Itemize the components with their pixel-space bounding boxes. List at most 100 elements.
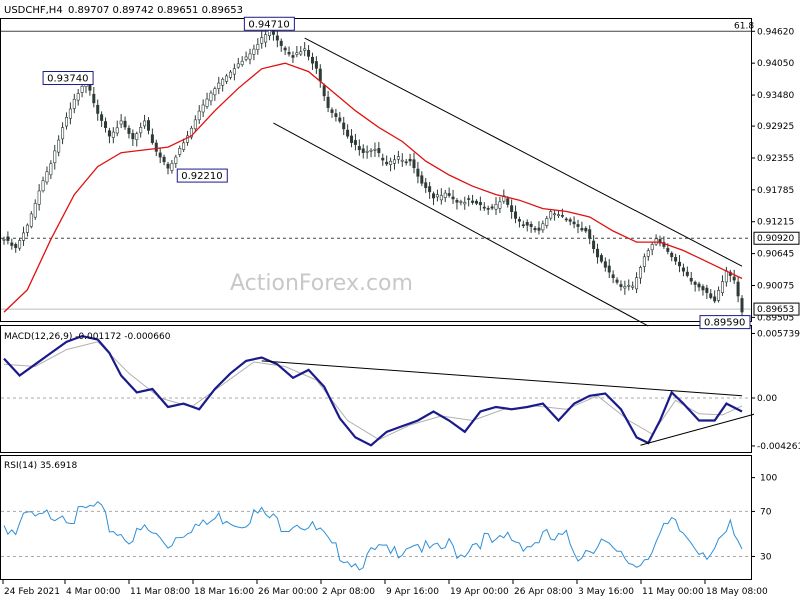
macd-signal-line [3,341,743,441]
price-tick-label: 0.92355 [757,154,794,164]
candle-body [506,198,510,205]
price-annotation-label: 0.92210 [181,171,222,182]
candle-body [435,194,439,198]
candle-body [2,238,6,241]
candle-body [615,279,619,283]
candle-body [416,168,420,177]
candle-body [724,270,728,283]
fib-level-label: 61.8 [734,21,754,31]
candle-body [439,195,443,201]
chart-ohlc: 0.89707 0.89742 0.89651 0.89653 [68,5,243,16]
candle-body [369,149,373,152]
x-tick-label: 26 Mar 00:00 [258,587,318,597]
candle-body [556,214,560,217]
macd-main-line [3,334,743,447]
x-tick-label: 19 Apr 00:00 [450,587,509,597]
candle-body [455,200,459,203]
candle-body [299,51,303,55]
candle-body [310,56,314,64]
candle-body [357,146,361,150]
price-tick-label: 0.92925 [757,122,794,132]
rsi-header: RSI(14) 35.6918 [4,461,77,471]
candle-body [428,186,432,193]
resistance-level-label: 0.90920 [757,234,794,244]
current-price-label: 0.89653 [757,305,794,315]
candle-body [287,51,291,55]
candle-body [193,119,197,130]
candle-body [166,163,170,169]
candle-body [525,222,529,226]
candle-body [740,298,744,313]
candle-body [256,44,260,50]
candle-body [451,196,455,200]
price-annotation-label: 0.93740 [47,74,88,85]
price-tick-label: 0.90075 [757,281,794,291]
candle-body [25,224,29,233]
candle-body [720,281,724,293]
candle-body [225,75,229,82]
candle-body [146,120,150,131]
candle-body [689,277,693,282]
candle-body [471,200,475,203]
candle-body [572,221,576,225]
candle-body [139,127,143,134]
candle-body [326,96,330,108]
price-tick-label: 0.93480 [757,91,794,101]
candle-body [72,98,76,109]
candle-body [498,201,502,209]
rsi-tick-label: 70 [760,507,772,517]
candle-body [482,206,486,209]
candle-body [92,93,96,104]
price-annotation-label: 0.94710 [248,19,289,30]
candle-body [61,127,65,140]
candle-body [346,129,350,137]
candle-body [478,202,482,206]
candle-body [623,286,627,289]
candle-body [307,49,311,57]
candle-body [603,261,607,268]
candle-body [37,190,41,205]
candle-body [68,108,72,119]
x-tick-label: 9 Apr 16:00 [386,587,439,597]
candle-body [494,204,498,210]
candle-body [201,104,205,113]
candle-body [135,133,139,140]
price-tick-label: 0.90645 [757,250,794,260]
candle-body [568,219,572,222]
candle-body [592,240,596,250]
candle-body [244,56,248,60]
price-annotation-label: 0.89590 [704,318,745,329]
candle-body [638,267,642,279]
candle-body [228,71,232,78]
candle-body [314,61,318,69]
candle-body [197,110,201,121]
x-tick-label: 4 Mar 00:00 [66,587,121,597]
candle-body [271,29,275,35]
candle-body [119,120,123,125]
candle-body [209,92,213,102]
macd-tick-label: -0.004261 [757,442,800,452]
macd-header: MACD(12,26,9) -0.001172 -0.000660 [4,332,171,342]
candle-body [408,158,412,162]
candle-body [318,68,322,82]
candle-body [221,78,225,86]
candle-body [400,159,404,162]
candle-body [213,88,217,96]
candle-body [170,163,174,171]
x-tick-label: 2 Apr 08:00 [322,587,375,597]
macd-tick-label: 0.005739 [757,329,800,339]
candle-body [291,55,295,58]
candle-body [705,287,709,293]
candle-body [96,104,100,114]
candle-body [41,180,45,192]
candle-body [650,244,654,251]
candle-body [713,296,717,302]
price-tick-label: 0.94050 [757,59,794,69]
candle-body [681,267,685,272]
candle-body [100,114,104,121]
macd-tick-label: 0.00 [757,394,777,404]
x-tick-label: 24 Feb 2021 [4,587,60,597]
candle-body [666,248,670,252]
candle-body [424,182,428,188]
candle-body [232,68,236,75]
